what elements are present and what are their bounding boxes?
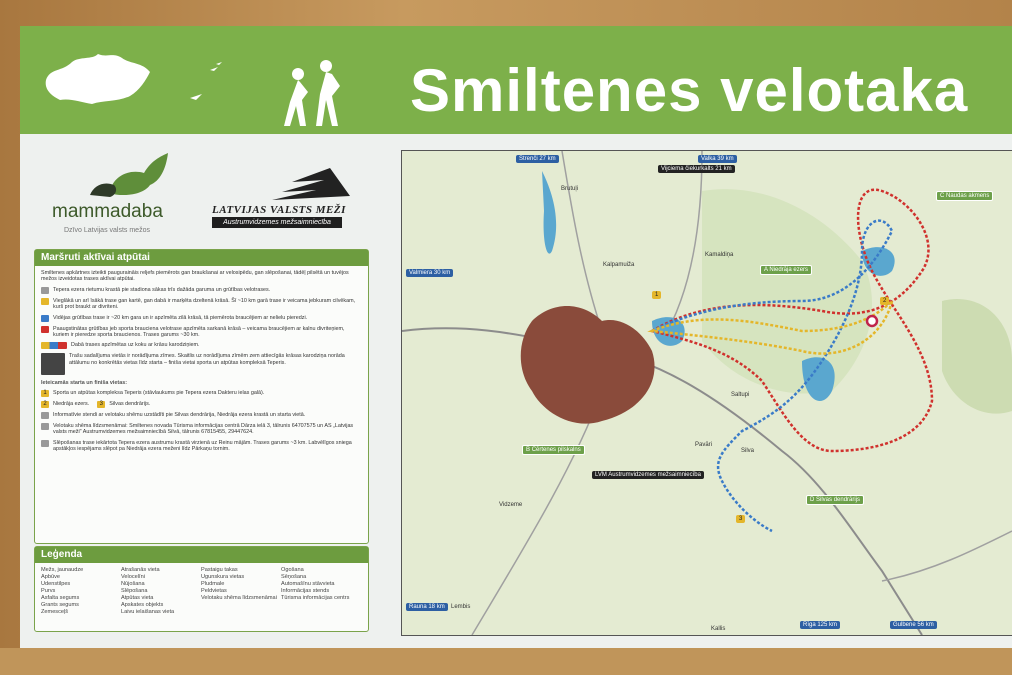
lvm-title: LATVIJAS VALSTS MEŽI xyxy=(212,204,346,216)
sign-gulbene: Gulbene 56 km xyxy=(890,621,937,629)
mammadaba-tagline: Dzīvo Latvijas valsts mežos xyxy=(64,227,150,234)
board-header: Smiltenes velotaka xyxy=(20,26,1012,134)
bike-icon xyxy=(41,286,49,294)
place-lembis: Lembis xyxy=(451,604,471,610)
poi-lvm: LVM Austrumvidzemes mežsaimniecība xyxy=(592,471,704,479)
route-item: Dabā trases apzīmētas uz koku ar krāsu k… xyxy=(41,342,362,350)
lvm-logo: LATVIJAS VALSTS MEŽI Austrumvidzemes mež… xyxy=(212,166,352,236)
route-item: Vidējas grūtības trase ir ~20 km gara un… xyxy=(41,314,362,322)
start-heading: Ieteicamās starta un finiša vietas: xyxy=(41,380,127,387)
wooden-frame-bottom xyxy=(0,648,1012,675)
number-badge: 3 xyxy=(97,400,106,408)
poi-niedraja: A Niedrāja ezers xyxy=(760,265,813,275)
legend-heading: Leģenda xyxy=(35,547,368,563)
lake xyxy=(802,357,835,401)
place-kalpamuiza: Kalpamuiža xyxy=(603,262,635,268)
sign-riga: Rīga 125 km xyxy=(800,621,841,629)
route-item: Paaugstinātas grūtības jeb sporta brauci… xyxy=(41,325,362,339)
place-brutuli: Brutuļi xyxy=(561,186,579,192)
road xyxy=(471,390,603,635)
latvia-map-icon xyxy=(45,54,150,104)
yellow-flag-icon xyxy=(41,297,49,305)
place-saltupi: Saltupi xyxy=(731,392,750,398)
sign-strenci: Strenči 27 km xyxy=(516,155,559,163)
number-badge: 2 xyxy=(41,400,49,408)
legend-panel: Leģenda Mežs, jaunaudze Apbūve Ūdenstilpes… xyxy=(34,546,369,632)
poi-naudas: C Naudas akmens xyxy=(936,191,994,201)
forest-area xyxy=(942,299,1012,414)
place-pavari: Pavāri xyxy=(695,442,713,448)
info-item: Velotaku shēma līdzsmenāmai: Smiltenes n… xyxy=(41,422,362,436)
info-icon xyxy=(41,422,49,430)
routes-intro: Smiltenes apkārtnes izteikti pauguraināi… xyxy=(41,270,349,283)
place-silva: Silva xyxy=(741,448,755,454)
legend-col-2: Atrašanās vieta Velocelīni Nūjošana Slēpoša… xyxy=(121,567,175,615)
route-item: Trašu sadalījuma vietās ir norādījuma zī… xyxy=(41,353,362,376)
lake xyxy=(542,171,557,254)
town-area xyxy=(520,306,655,424)
poi-silvas: D Silvas dendrārijs xyxy=(806,495,865,505)
sign-rauna: Rauna 18 km xyxy=(406,603,448,611)
blue-flag-icon xyxy=(41,314,49,322)
start-item: 2 Niedrāja ezers. 3 Silvas dendrārijs. xyxy=(41,400,362,408)
start-item: Informatīvie stendi ar velotaku shēmu uz… xyxy=(41,411,362,419)
flags-icon xyxy=(41,342,67,350)
start-item: 1 Sporta un atpūtas kompleksa Teperis (st… xyxy=(41,389,362,397)
map-graphic xyxy=(402,151,1012,635)
start-badge-2: 2 xyxy=(880,297,890,305)
route-item: Tepera ezera rietumu krastā pie stadiona… xyxy=(41,286,362,294)
mammadaba-wordmark: mammadaba xyxy=(52,201,163,222)
lvm-tree-icon xyxy=(272,168,350,200)
sign-viciema: Vijciema čiekurkalts 21 km xyxy=(658,165,735,173)
page-title: Smiltenes velotaka xyxy=(410,57,969,124)
place-kallis: Kallis xyxy=(711,626,726,632)
poi-cartenes: B Cērtenes pilskalns xyxy=(522,445,585,455)
place-kamaldina: Kamaldiņa xyxy=(705,252,734,258)
routes-panel: Maršruti aktīvai atpūtai Smiltenes apkār… xyxy=(34,249,369,544)
ski-item: Slēpošanas trase iekārtota Tepera ezera … xyxy=(41,439,362,453)
lvm-subtitle: Austrumvidzemes mežsaimniecība xyxy=(212,217,342,228)
info-stand-icon xyxy=(41,411,49,419)
trail-map: Strenči 27 km Valka 39 km Vijciema čieku… xyxy=(401,150,1012,636)
mammadaba-logo: mammadaba Dzīvo Latvijas valsts mežos xyxy=(50,151,200,246)
you-are-here-marker xyxy=(865,314,879,328)
sign-valka: Valka 39 km xyxy=(698,155,737,163)
road xyxy=(881,530,1012,582)
road xyxy=(561,151,603,332)
red-flag-icon xyxy=(41,325,49,333)
number-badge: 1 xyxy=(41,389,49,397)
routes-heading: Maršruti aktīvai atpūtai xyxy=(35,250,368,266)
people-walking-icon xyxy=(190,60,340,126)
legend-col-3: Pastaigu takas Ugunskura vietas Pludmale Pe… xyxy=(201,567,277,601)
start-badge-3: 3 xyxy=(736,515,746,523)
place-vidzeme: Vidzeme xyxy=(499,502,523,508)
mammadaba-animal-icon xyxy=(90,153,168,197)
signpost-icon xyxy=(41,353,65,376)
legend-col-4: Ogošana Sēņošana Automašīnu stāvvieta Infor… xyxy=(281,567,350,601)
info-board: Smiltenes velotaka mammadaba Dzīvo Latvi… xyxy=(20,26,1012,648)
ski-icon xyxy=(41,439,49,447)
legend-col-1: Mežs, jaunaudze Apbūve Ūdenstilpes Purvs Asf… xyxy=(41,567,84,615)
forest-area xyxy=(702,189,872,394)
sign-valmiera: Valmiera 30 km xyxy=(406,269,454,277)
start-badge-1: 1 xyxy=(652,291,662,299)
route-item: Vieglākā un arī īsākā trase gan kartē, g… xyxy=(41,297,362,311)
